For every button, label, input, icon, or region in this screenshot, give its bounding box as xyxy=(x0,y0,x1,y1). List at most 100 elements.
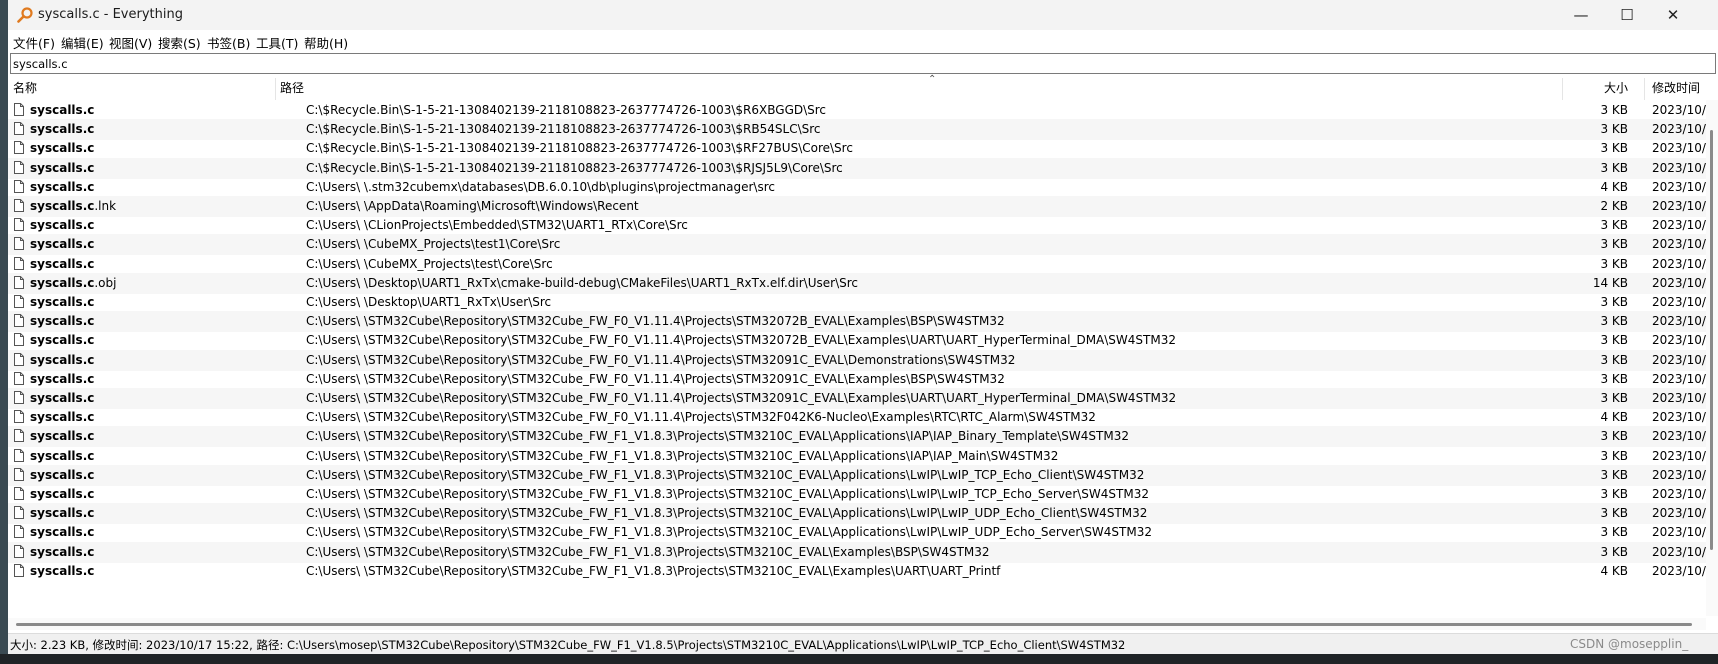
result-row[interactable]: syscalls.c C:\Users\ \STM32Cube\Repositor… xyxy=(8,350,1706,371)
file-size: 3 KB xyxy=(1600,449,1628,463)
file-name-match: syscalls.c xyxy=(30,257,95,271)
file-name-match: syscalls.c xyxy=(30,391,95,405)
menu-bookmarks[interactable]: 书签(B) xyxy=(207,33,250,52)
result-row[interactable]: syscalls.c C:\Users\ \STM32Cube\Repositor… xyxy=(8,407,1706,428)
file-path: C:\Users\ \STM32Cube\Repository\STM32Cub… xyxy=(306,564,1001,578)
menu-file[interactable]: 文件(F) xyxy=(13,33,55,52)
desktop-background-strip xyxy=(0,0,8,664)
file-size: 4 KB xyxy=(1600,410,1628,424)
file-name: syscalls.c xyxy=(30,353,94,367)
result-row[interactable]: syscalls.c C:\Users\ \Desktop\UART1_RxTx\… xyxy=(8,292,1706,313)
close-button[interactable]: ✕ xyxy=(1650,0,1696,30)
file-path: C:\Users\ \Desktop\UART1_RxTx\cmake-buil… xyxy=(306,276,858,290)
file-name-match: syscalls.c xyxy=(30,506,95,520)
horizontal-scrollbar-thumb[interactable] xyxy=(16,623,1692,626)
file-icon xyxy=(14,353,24,366)
file-size: 3 KB xyxy=(1600,506,1628,520)
column-path-header[interactable]: 路径 xyxy=(280,78,880,99)
result-row[interactable]: syscalls.c.lnk C:\Users\ \AppData\Roaming… xyxy=(8,196,1706,217)
file-modified-date: 2023/10/ xyxy=(1652,429,1706,443)
result-row[interactable]: syscalls.c C:\$Recycle.Bin\S-1-5-21-13084… xyxy=(8,158,1706,179)
vertical-scrollbar[interactable] xyxy=(1706,100,1718,616)
file-name-match: syscalls.c xyxy=(30,449,95,463)
result-row[interactable]: syscalls.c.obj C:\Users\ \Desktop\UART1_R… xyxy=(8,273,1706,294)
result-row[interactable]: syscalls.c C:\Users\ \STM32Cube\Repositor… xyxy=(8,311,1706,332)
menu-edit[interactable]: 编辑(E) xyxy=(61,33,104,52)
file-icon xyxy=(14,161,24,174)
file-path: C:\$Recycle.Bin\S-1-5-21-1308402139-2118… xyxy=(306,122,821,136)
result-row[interactable]: syscalls.c C:\Users\ \STM32Cube\Repositor… xyxy=(8,369,1706,390)
file-path: C:\Users\ \STM32Cube\Repository\STM32Cub… xyxy=(306,545,990,559)
result-row[interactable]: syscalls.c C:\Users\ \STM32Cube\Repositor… xyxy=(8,446,1706,467)
file-name: syscalls.c xyxy=(30,545,94,559)
result-row[interactable]: syscalls.c C:\Users\ \STM32Cube\Repositor… xyxy=(8,388,1706,409)
column-divider[interactable] xyxy=(275,78,276,100)
maximize-button[interactable]: ☐ xyxy=(1604,0,1650,30)
file-name: syscalls.c xyxy=(30,468,94,482)
file-modified-date: 2023/10/ xyxy=(1652,141,1706,155)
result-row[interactable]: syscalls.c C:\$Recycle.Bin\S-1-5-21-13084… xyxy=(8,100,1706,121)
file-name: syscalls.c xyxy=(30,295,94,309)
magnifier-icon xyxy=(17,7,33,23)
file-modified-date: 2023/10/ xyxy=(1652,353,1706,367)
search-input[interactable] xyxy=(11,54,1703,73)
result-row[interactable]: syscalls.c C:\Users\ \STM32Cube\Repositor… xyxy=(8,484,1706,505)
file-name: syscalls.c xyxy=(30,141,94,155)
file-name-match: syscalls.c xyxy=(30,372,95,386)
file-modified-date: 2023/10/ xyxy=(1652,449,1706,463)
vertical-scrollbar-thumb[interactable] xyxy=(1710,130,1713,550)
result-row[interactable]: syscalls.c C:\$Recycle.Bin\S-1-5-21-13084… xyxy=(8,138,1706,159)
file-name-match: syscalls.c xyxy=(30,487,95,501)
file-icon xyxy=(14,564,24,577)
result-row[interactable]: syscalls.c C:\Users\ \CLionProjects\Embed… xyxy=(8,215,1706,236)
result-row[interactable]: syscalls.c C:\Users\ \CubeMX_Projects\tes… xyxy=(8,234,1706,255)
file-name-match: syscalls.c xyxy=(30,161,95,175)
menu-tools[interactable]: 工具(T) xyxy=(256,33,298,52)
column-name-header[interactable]: 名称 xyxy=(13,78,273,99)
file-name: syscalls.c xyxy=(30,410,94,424)
file-name-match: syscalls.c xyxy=(30,353,95,367)
result-row[interactable]: syscalls.c C:\Users\ \STM32Cube\Repositor… xyxy=(8,465,1706,486)
file-modified-date: 2023/10/ xyxy=(1652,257,1706,271)
result-row[interactable]: syscalls.c C:\Users\ \STM32Cube\Repositor… xyxy=(8,542,1706,563)
result-row[interactable]: syscalls.c C:\$Recycle.Bin\S-1-5-21-13084… xyxy=(8,119,1706,140)
file-modified-date: 2023/10/ xyxy=(1652,122,1706,136)
horizontal-scrollbar[interactable] xyxy=(8,618,1706,630)
file-modified-date: 2023/10/ xyxy=(1652,161,1706,175)
result-row[interactable]: syscalls.c C:\Users\ \.stm32cubemx\databa… xyxy=(8,177,1706,198)
result-row[interactable]: syscalls.c C:\Users\ \STM32Cube\Repositor… xyxy=(8,330,1706,351)
file-path: C:\Users\ \STM32Cube\Repository\STM32Cub… xyxy=(306,506,1148,520)
file-name: syscalls.c xyxy=(30,122,94,136)
file-name: syscalls.c xyxy=(30,218,94,232)
result-row[interactable]: syscalls.c C:\Users\ \STM32Cube\Repositor… xyxy=(8,426,1706,447)
file-size: 3 KB xyxy=(1600,525,1628,539)
column-size-header[interactable]: 大小 xyxy=(1568,78,1628,99)
column-date-header[interactable]: 修改时间 xyxy=(1652,78,1712,99)
file-path: C:\Users\ \STM32Cube\Repository\STM32Cub… xyxy=(306,487,1149,501)
file-icon xyxy=(14,257,24,270)
column-header: 名称 路径 ⌃ 大小 修改时间 xyxy=(8,74,1718,100)
file-name-match: syscalls.c xyxy=(30,199,95,213)
column-divider[interactable] xyxy=(1644,78,1645,100)
column-divider[interactable] xyxy=(1562,78,1563,100)
file-name-match: syscalls.c xyxy=(30,429,95,443)
file-name-match: syscalls.c xyxy=(30,564,95,578)
file-size: 3 KB xyxy=(1600,372,1628,386)
result-row[interactable]: syscalls.c C:\Users\ \CubeMX_Projects\tes… xyxy=(8,254,1706,275)
file-path: C:\Users\ \STM32Cube\Repository\STM32Cub… xyxy=(306,314,1005,328)
file-path: C:\Users\ \STM32Cube\Repository\STM32Cub… xyxy=(306,449,1059,463)
file-path: C:\Users\ \CLionProjects\Embedded\STM32\… xyxy=(306,218,688,232)
menu-search[interactable]: 搜索(S) xyxy=(158,33,201,52)
result-row[interactable]: syscalls.c C:\Users\ \STM32Cube\Repositor… xyxy=(8,561,1706,582)
title-bar[interactable]: syscalls.c - Everything — ☐ ✕ xyxy=(8,0,1718,30)
menu-help[interactable]: 帮助(H) xyxy=(304,33,348,52)
file-name-match: syscalls.c xyxy=(30,333,95,347)
result-row[interactable]: syscalls.c C:\Users\ \STM32Cube\Repositor… xyxy=(8,503,1706,524)
menu-view[interactable]: 视图(V) xyxy=(109,33,152,52)
minimize-button[interactable]: — xyxy=(1558,0,1604,30)
file-size: 14 KB xyxy=(1592,276,1628,290)
result-row[interactable]: syscalls.c C:\Users\ \STM32Cube\Repositor… xyxy=(8,522,1706,543)
file-path: C:\Users\ \STM32Cube\Repository\STM32Cub… xyxy=(306,391,1177,405)
file-name: syscalls.c xyxy=(30,372,94,386)
file-modified-date: 2023/10/ xyxy=(1652,218,1706,232)
